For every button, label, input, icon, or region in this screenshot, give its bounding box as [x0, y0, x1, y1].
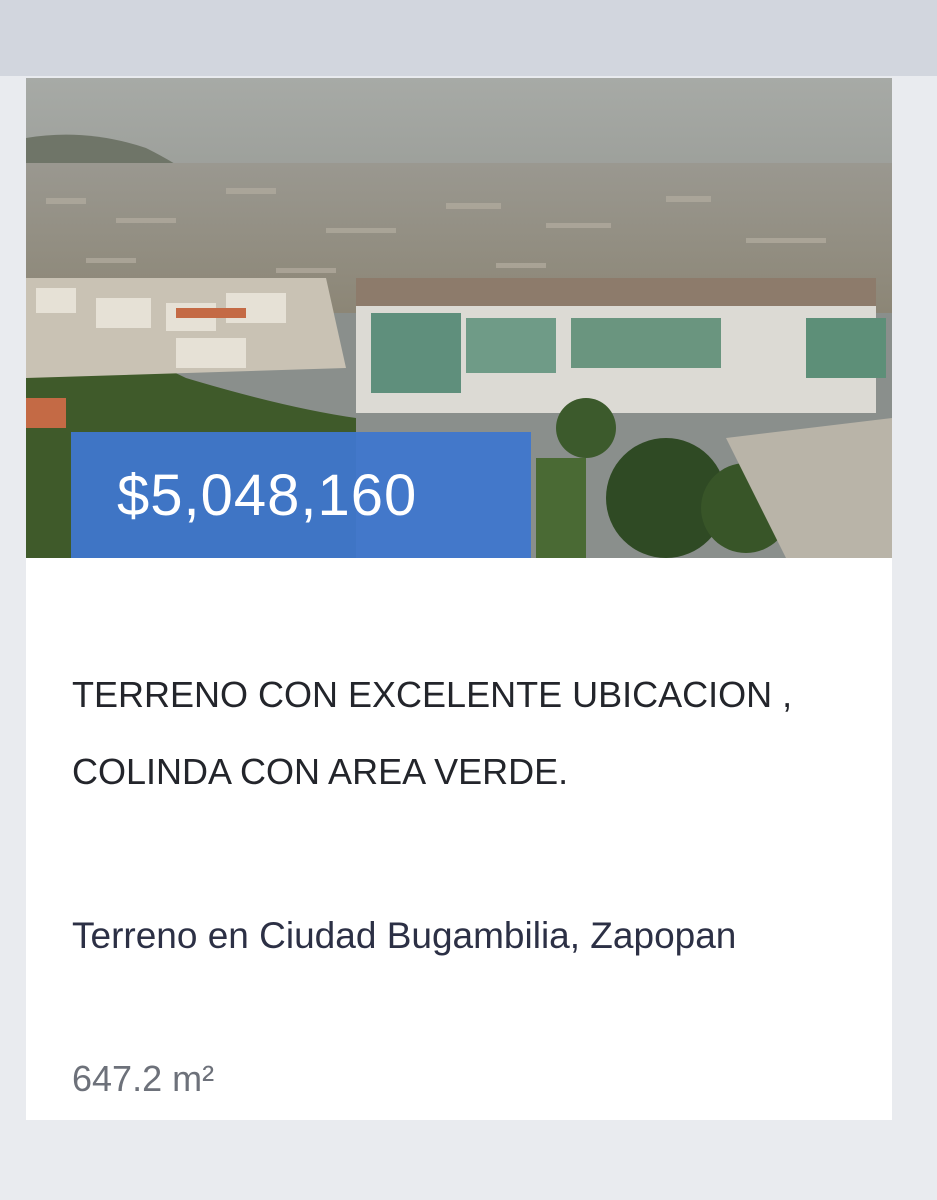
- listing-card[interactable]: $5,048,160 TERRENO CON EXCELENTE UBICACI…: [26, 78, 892, 1120]
- top-bar: [0, 0, 937, 76]
- listing-photo[interactable]: $5,048,160: [26, 78, 892, 558]
- price-badge: $5,048,160: [71, 432, 531, 558]
- listing-title[interactable]: TERRENO CON EXCELENTE UBICACION , COLIND…: [72, 656, 832, 810]
- listing-location: Terreno en Ciudad Bugambilia, Zapopan: [72, 915, 737, 956]
- listing-area: 647.2 m²: [72, 1058, 215, 1099]
- price-label: $5,048,160: [117, 462, 418, 528]
